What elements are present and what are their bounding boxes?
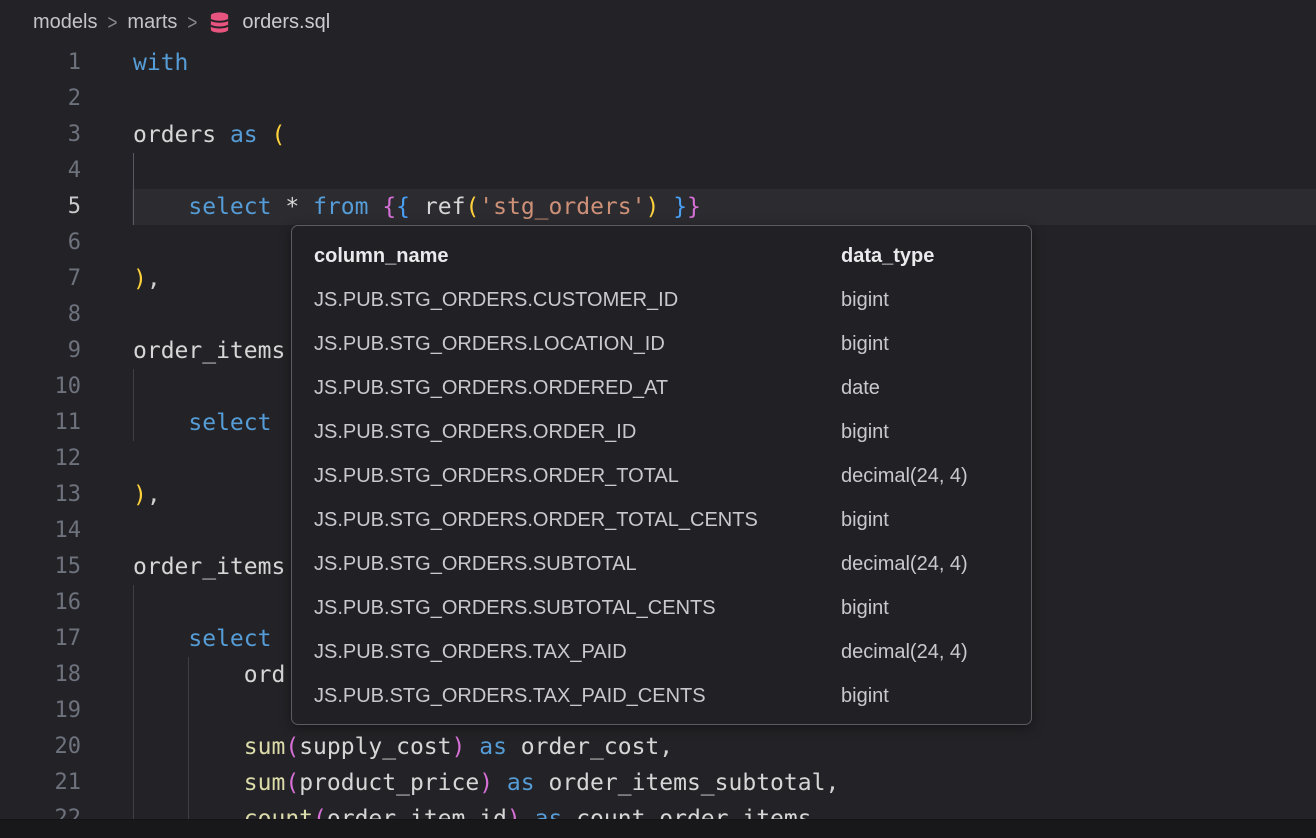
- line-number: 3: [0, 117, 81, 153]
- popup-header-column-name: column_name: [314, 245, 841, 268]
- breadcrumb: models > marts > orders.sql: [0, 0, 1316, 45]
- popup-data-type: bigint: [841, 597, 1017, 620]
- popup-data-type: bigint: [841, 421, 1017, 444]
- code-line[interactable]: 3 orders as (: [0, 117, 1316, 153]
- indent-guide: [133, 369, 134, 405]
- bottom-panel-edge: [0, 819, 1316, 838]
- popup-column-name: JS.PUB.STG_ORDERS.SUBTOTAL: [314, 553, 841, 576]
- popup-header-row: column_name data_type: [292, 234, 1031, 278]
- popup-column-name: JS.PUB.STG_ORDERS.TAX_PAID: [314, 641, 841, 664]
- popup-header-data-type: data_type: [841, 245, 1017, 268]
- line-number: 21: [0, 765, 81, 801]
- code-line[interactable]: 1 with: [0, 45, 1316, 81]
- line-number: 4: [0, 153, 81, 189]
- code-text: ),: [133, 477, 161, 513]
- code-text: order_items: [133, 333, 285, 369]
- popup-data-type: bigint: [841, 333, 1017, 356]
- line-number: 20: [0, 729, 81, 765]
- popup-data-type: bigint: [841, 509, 1017, 532]
- code-text: orders as (: [133, 117, 285, 153]
- chevron-right-icon: >: [107, 10, 117, 35]
- line-number: 10: [0, 369, 81, 405]
- indent-guide: [133, 153, 134, 189]
- breadcrumb-item-models[interactable]: models: [33, 11, 97, 34]
- popup-column-name: JS.PUB.STG_ORDERS.ORDER_TOTAL_CENTS: [314, 509, 841, 532]
- popup-table-row: JS.PUB.STG_ORDERS.CUSTOMER_IDbigint: [292, 278, 1031, 322]
- line-number: 18: [0, 657, 81, 693]
- popup-column-name: JS.PUB.STG_ORDERS.TAX_PAID_CENTS: [314, 685, 841, 708]
- indent-guide: [133, 693, 134, 729]
- code-text: ),: [133, 261, 161, 297]
- line-number: 13: [0, 477, 81, 513]
- code-text: sum(supply_cost) as order_cost,: [133, 729, 673, 765]
- line-number: 6: [0, 225, 81, 261]
- popup-column-name: JS.PUB.STG_ORDERS.ORDER_ID: [314, 421, 841, 444]
- popup-table-row: JS.PUB.STG_ORDERS.LOCATION_IDbigint: [292, 322, 1031, 366]
- popup-data-type: decimal(24, 4): [841, 465, 1017, 488]
- line-number: 7: [0, 261, 81, 297]
- line-number: 8: [0, 297, 81, 333]
- popup-column-name: JS.PUB.STG_ORDERS.CUSTOMER_ID: [314, 289, 841, 312]
- code-text: select: [133, 405, 271, 441]
- line-number: 14: [0, 513, 81, 549]
- popup-table-row: JS.PUB.STG_ORDERS.ORDER_TOTALdecimal(24,…: [292, 454, 1031, 498]
- line-number: 12: [0, 441, 81, 477]
- indent-guide: [133, 585, 134, 621]
- popup-column-name: JS.PUB.STG_ORDERS.ORDER_TOTAL: [314, 465, 841, 488]
- popup-data-type: date: [841, 377, 1017, 400]
- popup-table-row: JS.PUB.STG_ORDERS.TAX_PAIDdecimal(24, 4): [292, 630, 1031, 674]
- database-icon: [208, 11, 231, 34]
- code-line[interactable]: 4: [0, 153, 1316, 189]
- breadcrumb-item-marts[interactable]: marts: [127, 11, 177, 34]
- line-number: 1: [0, 45, 81, 81]
- popup-data-type: decimal(24, 4): [841, 553, 1017, 576]
- code-text: select * from {{ ref('stg_orders') }}: [133, 189, 701, 225]
- code-line[interactable]: 20 sum(supply_cost) as order_cost,: [0, 729, 1316, 765]
- line-number: 17: [0, 621, 81, 657]
- popup-data-type: bigint: [841, 685, 1017, 708]
- code-text: order_items: [133, 549, 285, 585]
- popup-data-type: decimal(24, 4): [841, 641, 1017, 664]
- line-number: 15: [0, 549, 81, 585]
- line-number: 19: [0, 693, 81, 729]
- line-number: 16: [0, 585, 81, 621]
- column-info-popup: column_name data_type JS.PUB.STG_ORDERS.…: [291, 225, 1032, 725]
- line-number: 9: [0, 333, 81, 369]
- popup-data-type: bigint: [841, 289, 1017, 312]
- popup-table-row: JS.PUB.STG_ORDERS.SUBTOTALdecimal(24, 4): [292, 542, 1031, 586]
- code-line[interactable]: 21 sum(product_price) as order_items_sub…: [0, 765, 1316, 801]
- popup-column-name: JS.PUB.STG_ORDERS.SUBTOTAL_CENTS: [314, 597, 841, 620]
- popup-table-row: JS.PUB.STG_ORDERS.TAX_PAID_CENTSbigint: [292, 674, 1031, 718]
- popup-column-name: JS.PUB.STG_ORDERS.LOCATION_ID: [314, 333, 841, 356]
- popup-table-row: JS.PUB.STG_ORDERS.ORDERED_ATdate: [292, 366, 1031, 410]
- code-line[interactable]: 5 select * from {{ ref('stg_orders') }}: [0, 189, 1316, 225]
- code-text: sum(product_price) as order_items_subtot…: [133, 765, 839, 801]
- indent-guide: [188, 693, 189, 729]
- breadcrumb-item-file[interactable]: orders.sql: [242, 11, 330, 34]
- line-number: 11: [0, 405, 81, 441]
- popup-table-row: JS.PUB.STG_ORDERS.ORDER_TOTAL_CENTSbigin…: [292, 498, 1031, 542]
- chevron-right-icon: >: [187, 10, 197, 35]
- popup-table-row: JS.PUB.STG_ORDERS.ORDER_IDbigint: [292, 410, 1031, 454]
- popup-table-row: JS.PUB.STG_ORDERS.SUBTOTAL_CENTSbigint: [292, 586, 1031, 630]
- line-number: 5: [0, 189, 81, 225]
- code-line[interactable]: 2: [0, 81, 1316, 117]
- code-text: select: [133, 621, 271, 657]
- popup-column-name: JS.PUB.STG_ORDERS.ORDERED_AT: [314, 377, 841, 400]
- code-text: with: [133, 45, 188, 81]
- line-number: 2: [0, 81, 81, 117]
- code-text: ord: [133, 657, 285, 693]
